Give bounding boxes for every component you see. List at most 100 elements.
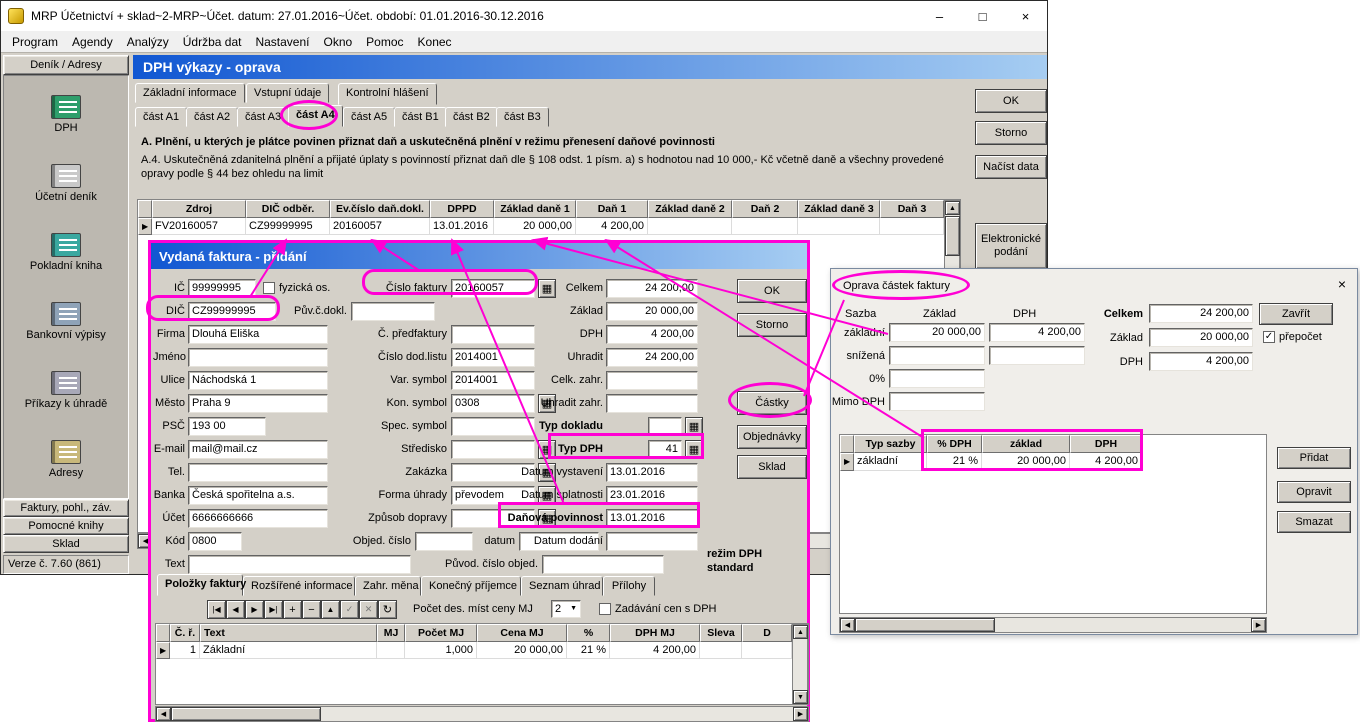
- dph-cell-zaklad3[interactable]: [798, 218, 880, 235]
- zakladni-zaklad-field[interactable]: 20 000,00: [889, 323, 985, 342]
- menu-program[interactable]: Program: [5, 32, 65, 52]
- items-col-dph-mj[interactable]: DPH MJ: [610, 624, 700, 642]
- snizena-dph-field[interactable]: [989, 346, 1085, 365]
- items-col-mj[interactable]: MJ: [377, 624, 405, 642]
- ok-button[interactable]: OK: [975, 89, 1047, 113]
- email-field[interactable]: mail@mail.cz: [188, 440, 328, 459]
- dph-col-dic[interactable]: DIČ odběr.: [246, 200, 330, 218]
- storno-button[interactable]: Storno: [975, 121, 1047, 145]
- sidebar-item-pokladni-kniha[interactable]: Pokladní kniha: [30, 233, 102, 272]
- tab-polozky-faktury[interactable]: Položky faktury: [157, 574, 243, 596]
- items-col-cena-mj[interactable]: Cena MJ: [477, 624, 567, 642]
- dph-col-evcislo[interactable]: Ev.číslo daň.dokl.: [330, 200, 430, 218]
- dph-cell-zdroj[interactable]: FV20160057: [152, 218, 246, 235]
- mimo-dph-zaklad-field[interactable]: [889, 392, 985, 411]
- menu-agendy[interactable]: Agendy: [65, 32, 120, 52]
- puvod-cislo-objed-field[interactable]: [542, 555, 664, 574]
- fyzicka-os-checkbox[interactable]: [263, 282, 275, 294]
- kod-field[interactable]: 0800: [188, 532, 242, 551]
- items-col-pocet-mj[interactable]: Počet MJ: [405, 624, 477, 642]
- banka-field[interactable]: Česká spořitelna a.s.: [188, 486, 328, 505]
- menu-konec[interactable]: Konec: [411, 32, 459, 52]
- menu-nastaveni[interactable]: Nastavení: [248, 32, 316, 52]
- tab-cast-b2[interactable]: část B2: [445, 107, 498, 127]
- dph-cell-dan1[interactable]: 4 200,00: [576, 218, 648, 235]
- ic-field[interactable]: 99999995: [188, 279, 256, 298]
- items-cell-pct[interactable]: 21 %: [567, 642, 610, 659]
- menu-udrzba-dat[interactable]: Údržba dat: [176, 32, 249, 52]
- tab-cast-a4[interactable]: část A4: [288, 105, 343, 127]
- items-col-indicator[interactable]: [156, 624, 170, 642]
- oprava-cell-typ-sazby[interactable]: základní: [854, 453, 927, 471]
- items-cell-pocet-mj[interactable]: 1,000: [405, 642, 477, 659]
- scroll-up-icon[interactable]: ▲: [945, 201, 960, 215]
- nulova-zaklad-field[interactable]: [889, 369, 985, 388]
- datum-dodani-field[interactable]: [606, 532, 698, 551]
- oprava-col-typ-sazby[interactable]: Typ sazby: [854, 435, 927, 453]
- dph-col-dppd[interactable]: DPPD: [430, 200, 494, 218]
- sidebar-item-prikazy-k-uhrade[interactable]: Příkazy k úhradě: [25, 371, 108, 410]
- oprava-col-pct-dph[interactable]: % DPH: [927, 435, 982, 453]
- items-col-sleva[interactable]: Sleva: [700, 624, 742, 642]
- sidebar-bar-pomocne-knihy[interactable]: Pomocné knihy: [3, 517, 129, 535]
- oprava-cell-pct-dph[interactable]: 21 %: [927, 453, 982, 471]
- items-vscrollbar[interactable]: ▲ ▼: [792, 624, 808, 704]
- text-field[interactable]: [188, 555, 411, 574]
- oprava-col-indicator[interactable]: [840, 435, 854, 453]
- tab-zahr-mena[interactable]: Zahr. měna: [355, 576, 421, 596]
- firma-field[interactable]: Dlouhá Eliška: [188, 325, 328, 344]
- dph-col-dan3[interactable]: Daň 3: [880, 200, 944, 218]
- nav-delete-button[interactable]: −: [302, 600, 321, 619]
- zakladni-dph-field[interactable]: 4 200,00: [989, 323, 1085, 342]
- sklad-button[interactable]: Sklad: [737, 455, 807, 479]
- nav-post-button[interactable]: ✓: [340, 600, 359, 619]
- dph-cell-evcislo[interactable]: 20160057: [330, 218, 430, 235]
- items-cell-d[interactable]: [742, 642, 792, 659]
- snizena-zaklad-field[interactable]: [889, 346, 985, 365]
- invoice-ok-button[interactable]: OK: [737, 279, 807, 303]
- vscroll-thumb[interactable]: [945, 216, 960, 256]
- nav-next-button[interactable]: ▶: [245, 600, 264, 619]
- menu-pomoc[interactable]: Pomoc: [359, 32, 410, 52]
- dph-cell-dppd[interactable]: 13.01.2016: [430, 218, 494, 235]
- typ-dph-field[interactable]: 41: [648, 440, 682, 459]
- titlebar[interactable]: MRP Účetnictví + sklad~2-MRP~Účet. datum…: [1, 1, 1047, 31]
- close-button[interactable]: ×: [1004, 2, 1047, 31]
- dph-cell-zaklad1[interactable]: 20 000,00: [494, 218, 576, 235]
- menu-analyzy[interactable]: Analýzy: [120, 32, 176, 52]
- dph-col-dan2[interactable]: Daň 2: [732, 200, 798, 218]
- oprava-col-zaklad[interactable]: základ: [982, 435, 1070, 453]
- tab-kontrolni-hlaseni[interactable]: Kontrolní hlášení: [338, 83, 437, 105]
- scroll-left-icon[interactable]: ◀: [840, 618, 855, 632]
- dph-col-dan1[interactable]: Daň 1: [576, 200, 648, 218]
- sidebar-tab-denik-adresy[interactable]: Deník / Adresy: [3, 55, 129, 75]
- objednavky-button[interactable]: Objednávky: [737, 425, 807, 449]
- sidebar-item-bankovni-vypisy[interactable]: Bankovní výpisy: [26, 302, 105, 341]
- puv-c-dokl-field[interactable]: [351, 302, 435, 321]
- dph-col-zaklad3[interactable]: Základ daně 3: [798, 200, 880, 218]
- typ-dokladu-field[interactable]: [648, 417, 682, 436]
- items-cell-cr[interactable]: 1: [170, 642, 200, 659]
- castky-button[interactable]: Částky: [737, 391, 807, 415]
- menu-okno[interactable]: Okno: [316, 32, 359, 52]
- datum-vystaveni-field[interactable]: 13.01.2016: [606, 463, 698, 482]
- psc-field[interactable]: 193 00: [188, 417, 266, 436]
- tab-prilohy[interactable]: Přílohy: [603, 576, 655, 596]
- hscroll-thumb[interactable]: [855, 618, 995, 632]
- sidebar-item-dph[interactable]: DPH: [51, 95, 81, 134]
- smazat-button[interactable]: Smazat: [1277, 511, 1351, 533]
- zadavani-cen-checkbox[interactable]: [599, 603, 611, 615]
- items-cell-text[interactable]: Základní: [200, 642, 377, 659]
- tab-vstupni-udaje[interactable]: Vstupní údaje: [246, 83, 329, 103]
- tab-konecny-prijemce[interactable]: Konečný příjemce: [421, 576, 521, 596]
- oprava-cell-dph[interactable]: 4 200,00: [1070, 453, 1142, 471]
- dph-col-zdroj[interactable]: Zdroj: [152, 200, 246, 218]
- objed-cislo-field[interactable]: [415, 532, 473, 551]
- tab-cast-a1[interactable]: část A1: [135, 107, 187, 127]
- oprava-cell-zaklad[interactable]: 20 000,00: [982, 453, 1070, 471]
- minimize-button[interactable]: –: [918, 2, 961, 31]
- nav-insert-button[interactable]: +: [283, 600, 302, 619]
- nav-refresh-button[interactable]: ↻: [378, 600, 397, 619]
- nav-prior-button[interactable]: ◀: [226, 600, 245, 619]
- hscroll-thumb[interactable]: [171, 707, 321, 721]
